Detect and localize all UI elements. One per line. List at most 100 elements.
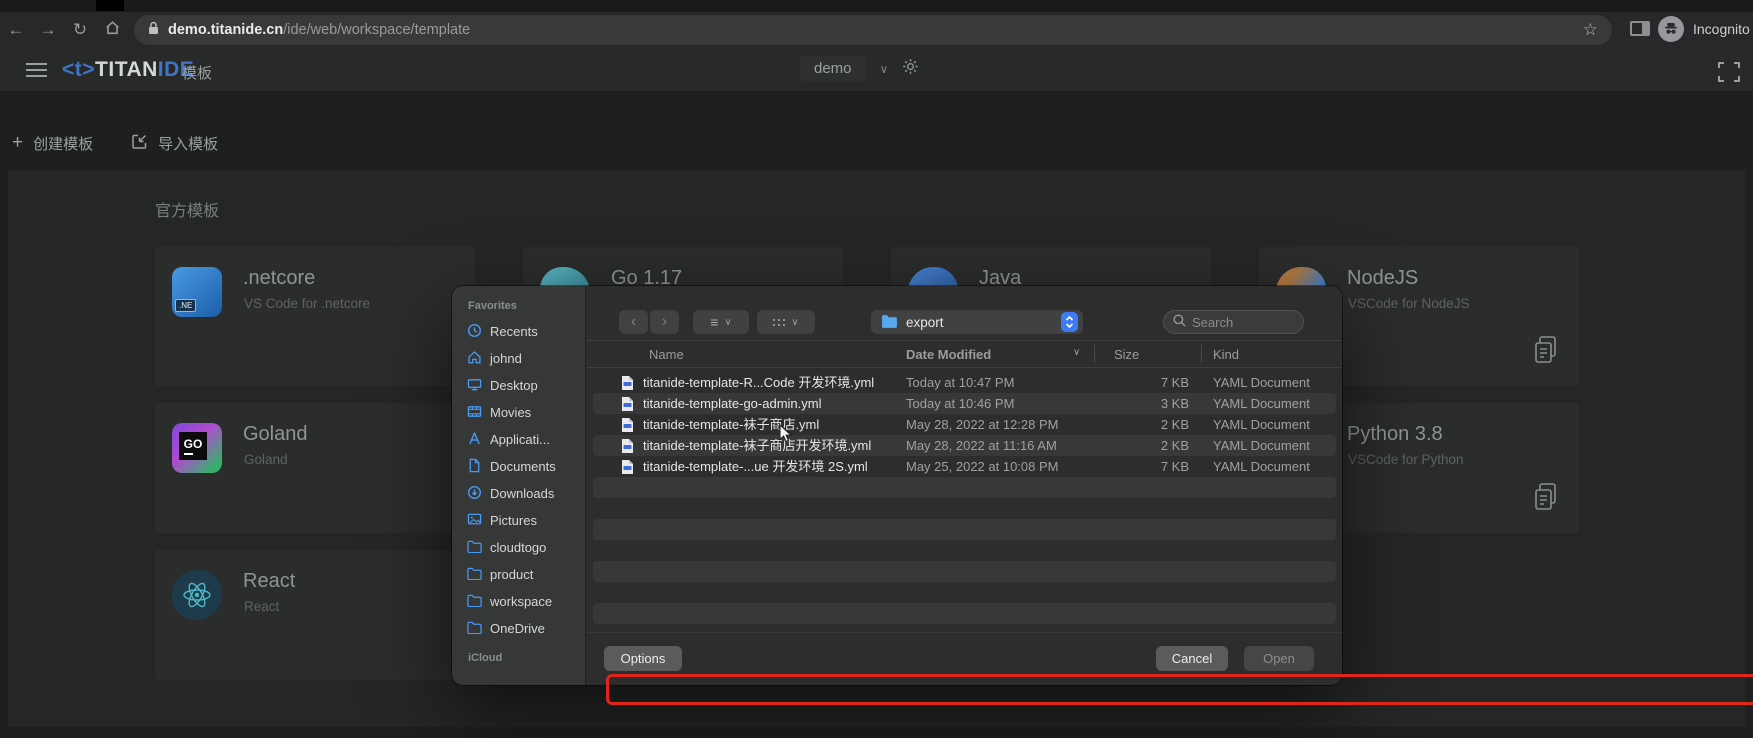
chevron-left-icon: ‹ xyxy=(631,313,636,331)
file-size: 3 KB xyxy=(1129,393,1189,414)
create-template-label: 创建模板 xyxy=(33,133,93,154)
forward-icon[interactable]: → xyxy=(32,20,64,40)
column-header-size[interactable]: Size xyxy=(1114,347,1139,362)
sidebar-item-pictures[interactable]: Pictures xyxy=(452,507,585,534)
template-file-icon[interactable] xyxy=(1533,335,1559,370)
template-card-netcore[interactable]: .NE .netcore VS Code for .netcore xyxy=(155,247,475,386)
sidebar-item-label: Movies xyxy=(490,405,531,420)
column-header-date-modified[interactable]: Date Modified xyxy=(906,347,991,362)
app-store-icon xyxy=(467,431,482,449)
empty-row xyxy=(593,519,1336,540)
create-template-button[interactable]: + 创建模板 xyxy=(12,132,93,154)
file-row[interactable]: titanide-template-...ue 开发环境 2S.yml May … xyxy=(593,456,1336,477)
footer-divider xyxy=(587,632,1342,633)
template-card-goland[interactable]: GO Goland Goland xyxy=(155,403,475,533)
open-button[interactable]: Open xyxy=(1244,646,1314,671)
search-icon xyxy=(1173,314,1186,330)
menu-hamburger-icon[interactable] xyxy=(26,63,47,65)
logo-bracket: <t> xyxy=(62,58,95,81)
cancel-button[interactable]: Cancel xyxy=(1156,646,1228,671)
list-view-icon: ≡ xyxy=(710,314,718,330)
home-icon[interactable] xyxy=(96,20,128,41)
stepper-icon[interactable] xyxy=(1061,312,1078,332)
goland-badge: GO xyxy=(179,432,207,460)
workspace-selector: demo ∨ xyxy=(800,56,919,81)
sidebar-item-downloads[interactable]: Downloads xyxy=(452,480,585,507)
options-button[interactable]: Options xyxy=(604,646,682,671)
column-header-name[interactable]: Name xyxy=(649,347,684,362)
card-title: .netcore xyxy=(243,267,315,290)
file-date: Today at 10:47 PM xyxy=(906,372,1014,393)
folder-icon xyxy=(881,314,898,331)
sidebar-item-documents[interactable]: Documents xyxy=(452,453,585,480)
file-row[interactable]: titanide-template-袜子商店.yml May 28, 2022 … xyxy=(593,414,1336,435)
sidebar-item-label: Desktop xyxy=(490,378,538,393)
file-kind: YAML Document xyxy=(1213,456,1310,477)
incognito-avatar-icon[interactable] xyxy=(1658,16,1684,42)
card-subtitle: VS Code for .netcore xyxy=(244,296,370,311)
file-open-dialog: Favorites Recents johnd Desktop Movies A… xyxy=(452,286,1342,685)
file-name: titanide-template-go-admin.yml xyxy=(643,393,821,414)
sidebar-item-applications[interactable]: Applicati... xyxy=(452,426,585,453)
sidebar-item-product[interactable]: product xyxy=(452,561,585,588)
desktop-icon xyxy=(467,377,482,395)
list-view-dropdown[interactable]: ≡∨ xyxy=(693,310,749,334)
workspace-name[interactable]: demo xyxy=(800,56,866,81)
bookmark-star-icon[interactable]: ☆ xyxy=(1583,20,1598,40)
side-panel-icon[interactable] xyxy=(1630,21,1650,36)
netcore-badge: .NE xyxy=(175,299,196,312)
chevron-right-icon: › xyxy=(662,313,667,331)
chevron-down-icon[interactable]: ∨ xyxy=(880,62,889,76)
card-title: Python 3.8 xyxy=(1347,423,1443,446)
template-card-react[interactable]: React React xyxy=(155,550,475,680)
template-actions: + 创建模板 导入模板 xyxy=(12,132,218,154)
netcore-icon: .NE xyxy=(172,267,222,317)
sidebar-item-recents[interactable]: Recents xyxy=(452,318,585,345)
reload-icon[interactable]: ↻ xyxy=(64,20,96,40)
sidebar-item-label: Downloads xyxy=(490,486,554,501)
group-view-dropdown[interactable]: ∨ xyxy=(757,310,815,334)
sidebar-item-cloudtogo[interactable]: cloudtogo xyxy=(452,534,585,561)
incognito-label: Incognito xyxy=(1693,21,1750,37)
search-input[interactable] xyxy=(1192,315,1292,330)
gear-icon[interactable] xyxy=(902,58,919,80)
dialog-forward-button[interactable]: › xyxy=(650,310,679,334)
address-bar[interactable]: demo.titanide.cn/ide/web/workspace/templ… xyxy=(134,15,1612,45)
file-kind: YAML Document xyxy=(1213,435,1310,456)
column-divider[interactable] xyxy=(1094,345,1095,363)
app-logo[interactable]: <t>TITANIDE xyxy=(62,58,194,82)
location-dropdown[interactable]: export xyxy=(871,310,1083,334)
sidebar-item-workspace[interactable]: workspace xyxy=(452,588,585,615)
file-row[interactable]: titanide-template-袜子商店开发环境.yml May 28, 2… xyxy=(593,435,1336,456)
fullscreen-icon[interactable] xyxy=(1718,62,1740,87)
column-divider[interactable] xyxy=(1201,345,1202,363)
dialog-back-button[interactable]: ‹ xyxy=(619,310,648,334)
grid-view-icon xyxy=(773,319,775,321)
sidebar-item-label: workspace xyxy=(490,594,552,609)
file-name: titanide-template-袜子商店开发环境.yml xyxy=(643,435,871,456)
react-icon xyxy=(172,570,222,620)
lock-icon xyxy=(148,21,159,40)
template-file-icon[interactable] xyxy=(1533,482,1559,517)
url-path: /ide/web/workspace/template xyxy=(283,22,470,38)
sidebar-item-desktop[interactable]: Desktop xyxy=(452,372,585,399)
back-icon[interactable]: ← xyxy=(0,20,32,40)
browser-tab-favicon[interactable] xyxy=(96,0,124,11)
sidebar-item-movies[interactable]: Movies xyxy=(452,399,585,426)
sidebar-item-onedrive[interactable]: OneDrive xyxy=(452,615,585,642)
page-title: 模板 xyxy=(182,62,212,83)
card-subtitle: VSCode for NodeJS xyxy=(1348,296,1470,311)
search-field[interactable] xyxy=(1163,310,1304,334)
import-template-button[interactable]: 导入模板 xyxy=(131,133,218,154)
file-row[interactable]: titanide-template-R...Code 开发环境.yml Toda… xyxy=(593,372,1336,393)
sort-chevron-icon: ∨ xyxy=(1073,347,1080,358)
chevron-down-icon: ∨ xyxy=(791,317,798,328)
card-subtitle: VSCode for Python xyxy=(1348,452,1464,467)
document-icon xyxy=(467,458,482,476)
file-row-highlighted[interactable]: titanide-template-go-admin.yml Today at … xyxy=(593,393,1336,414)
download-icon xyxy=(467,485,482,503)
folder-icon xyxy=(467,621,482,637)
file-list: titanide-template-R...Code 开发环境.yml Toda… xyxy=(593,372,1336,624)
sidebar-item-home[interactable]: johnd xyxy=(452,345,585,372)
column-header-kind[interactable]: Kind xyxy=(1213,347,1239,362)
